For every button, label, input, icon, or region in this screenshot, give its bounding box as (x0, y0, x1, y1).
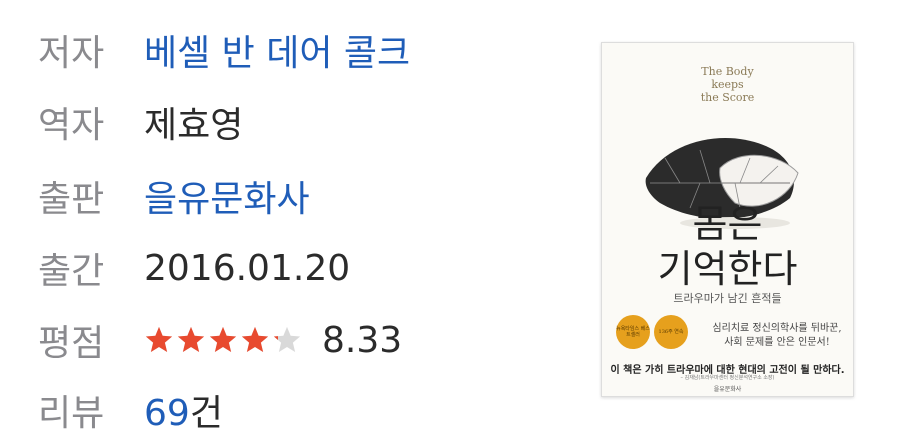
publisher-row: 출판 을유문화사 (38, 166, 310, 226)
cover-publisher-mark: 을유문화사 (713, 386, 742, 393)
cover-en-line1: The Body (701, 65, 754, 78)
author-label: 저자 (38, 33, 105, 74)
review-count-suffix: 건 (189, 393, 223, 434)
published-label: 출간 (38, 251, 105, 292)
publisher-label: 출판 (38, 179, 105, 220)
star-icon (240, 325, 270, 355)
star-icon (208, 325, 238, 355)
translator-row: 역자 제효영 (38, 92, 243, 152)
cover-endorsement: – 김재남(트라우마센터 정신분석연구소 소장) (680, 375, 775, 381)
publisher-link[interactable]: 을유문화사 (144, 170, 310, 222)
book-cover[interactable]: The Body keeps the Score 몸은 기억한다 트라우마가 남… (601, 42, 854, 397)
star-icon (176, 325, 206, 355)
published-row: 출간 2016.01.20 (38, 238, 350, 298)
rating-label: 평점 (38, 323, 105, 364)
cover-en-line3: the Score (700, 91, 755, 104)
cover-badge-1: 뉴욕타임스 베스트셀러 (616, 315, 650, 349)
author-link[interactable]: 베셀 반 데어 콜크 (144, 24, 410, 76)
cover-en-line2: keeps (711, 78, 744, 91)
star-rating (144, 325, 302, 355)
rating-score: 8.33 (322, 319, 403, 361)
review-count-group[interactable]: 69건 (144, 384, 223, 436)
cover-desc-line1: 심리치료 정신의학사를 뒤바꾼, (712, 323, 842, 334)
review-count-link[interactable]: 69 (144, 393, 190, 434)
cover-badges: 뉴욕타임스 베스트셀러 136주 연속 (616, 315, 688, 349)
published-date: 2016.01.20 (144, 247, 351, 289)
review-row: 리뷰 69건 (38, 380, 223, 440)
star-icon (144, 325, 174, 355)
cover-subtitle: 트라우마가 남긴 흔적들 (673, 292, 782, 305)
cover-badge-2: 136주 연속 (654, 315, 688, 349)
cover-description: 심리치료 정신의학사를 뒤바꾼, 사회 문제를 안은 인문서! (712, 322, 842, 350)
author-row: 저자 베셀 반 데어 콜크 (38, 20, 410, 80)
cover-title-line2: 기억한다 (657, 247, 798, 291)
rating-row: 평점 8.33 (38, 310, 402, 370)
star-icon (272, 325, 302, 355)
translator-label: 역자 (38, 105, 105, 146)
cover-english-title: The Body keeps the Score (602, 65, 853, 104)
cover-desc-line2: 사회 문제를 안은 인문서! (724, 337, 830, 348)
review-label: 리뷰 (38, 393, 105, 434)
translator-value: 제효영 (144, 105, 244, 146)
